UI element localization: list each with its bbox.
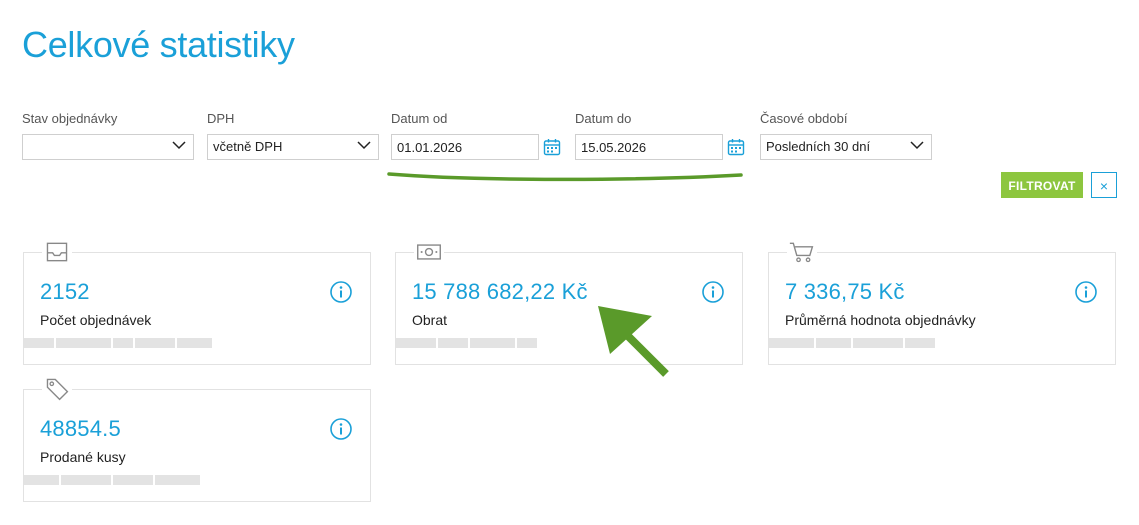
date-to-input[interactable]: 15.05.2026 <box>575 134 723 160</box>
stat-card-average-order: 7 336,75 Kč Průměrná hodnota objednávky <box>768 239 1116 365</box>
page-title: Celkové statistiky <box>22 24 295 65</box>
arrow-annotation-icon <box>598 306 669 377</box>
chevron-down-icon <box>910 141 924 150</box>
banknote-icon <box>414 239 444 265</box>
date-to-label: Datum do <box>575 111 632 126</box>
info-icon[interactable] <box>329 417 353 441</box>
vat-value: včetně DPH <box>213 139 283 154</box>
blurred-text <box>24 333 244 353</box>
order-status-label: Stav objednávky <box>22 111 118 126</box>
info-icon[interactable] <box>701 280 725 304</box>
vat-filter: DPH včetně DPH <box>207 110 379 160</box>
chevron-down-icon <box>357 141 371 150</box>
period-select[interactable]: Posledních 30 dní <box>760 134 932 160</box>
orders-count-label: Počet objednávek <box>40 312 152 328</box>
period-value: Posledních 30 dní <box>766 139 871 154</box>
order-status-filter: Stav objednávky <box>22 110 194 160</box>
vat-select[interactable]: včetně DPH <box>207 134 379 160</box>
items-sold-label: Prodané kusy <box>40 449 126 465</box>
revenue-label: Obrat <box>412 312 448 328</box>
date-from-input[interactable]: 01.01.2026 <box>391 134 539 160</box>
period-filter: Časové období Posledních 30 dní <box>760 110 932 160</box>
highlight-underline-annotation <box>387 172 743 182</box>
blurred-text <box>24 470 224 490</box>
orders-count-value: 2152 <box>40 279 90 304</box>
calendar-icon[interactable] <box>727 138 745 156</box>
chevron-down-icon <box>172 141 186 150</box>
info-icon[interactable] <box>329 280 353 304</box>
vat-label: DPH <box>207 111 235 126</box>
blurred-text <box>769 333 969 353</box>
stat-card-items-sold: 48854.5 Prodané kusy <box>23 376 371 502</box>
items-sold-value: 48854.5 <box>40 416 121 441</box>
period-label: Časové období <box>760 111 848 126</box>
date-from-label: Datum od <box>391 111 448 126</box>
date-to-filter: Datum do 15.05.2026 <box>575 110 745 160</box>
price-tag-icon <box>42 376 72 402</box>
blurred-text <box>396 333 546 353</box>
reset-filter-button[interactable]: × <box>1091 172 1117 198</box>
revenue-value: 15 788 682,22 Kč <box>412 279 588 304</box>
stat-card-revenue: 15 788 682,22 Kč Obrat <box>395 239 743 365</box>
inbox-tray-icon <box>42 239 72 265</box>
order-status-select[interactable] <box>22 134 194 160</box>
filter-button[interactable]: FILTROVAT <box>1001 172 1083 198</box>
date-from-filter: Datum od 01.01.2026 <box>391 110 561 160</box>
average-order-label: Průměrná hodnota objednávky <box>785 312 976 328</box>
average-order-value: 7 336,75 Kč <box>785 279 905 304</box>
calendar-icon[interactable] <box>543 138 561 156</box>
info-icon[interactable] <box>1074 280 1098 304</box>
stat-card-orders: 2152 Počet objednávek <box>23 239 371 365</box>
shopping-cart-icon <box>787 239 817 265</box>
